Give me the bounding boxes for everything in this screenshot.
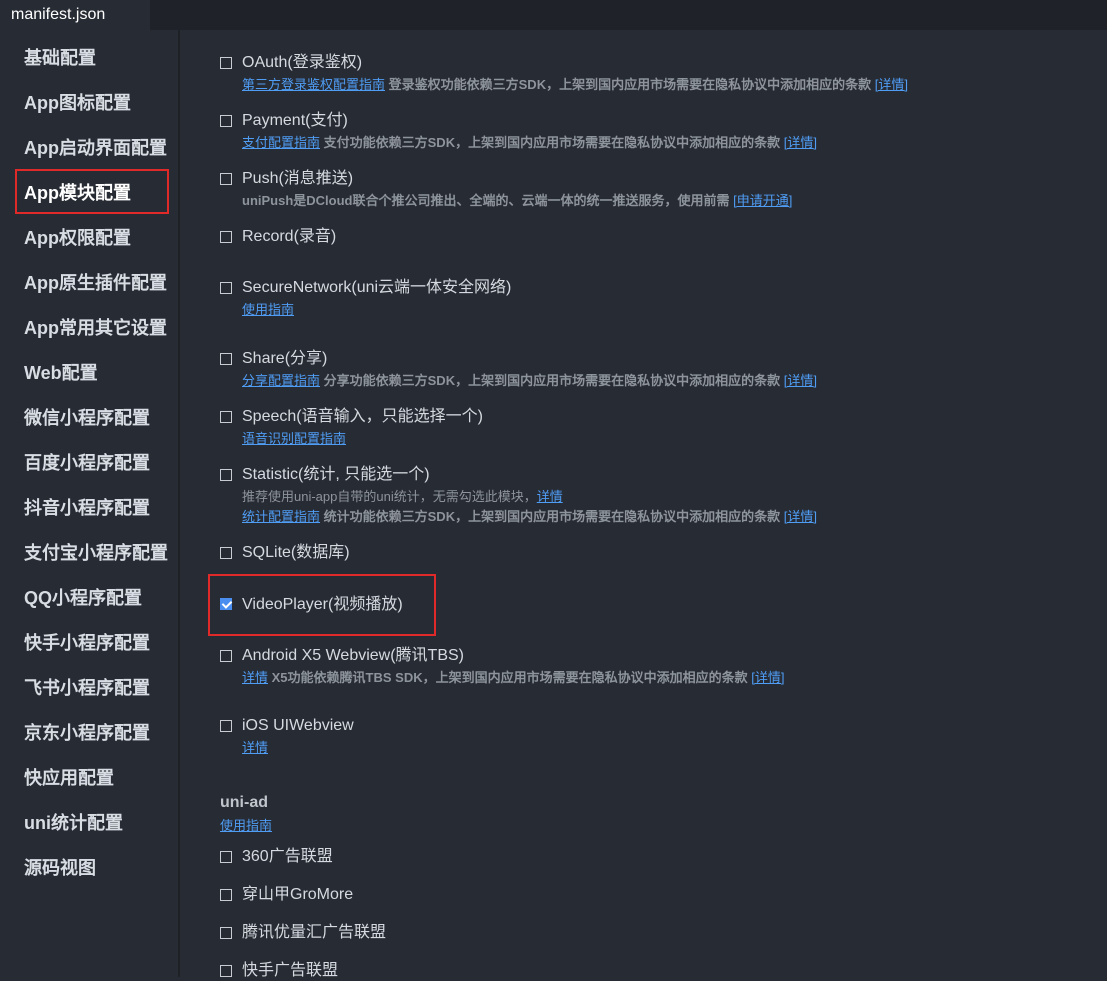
sidebar-item-app-native-plugins[interactable]: App原生插件配置	[24, 270, 167, 296]
statistic-title: Statistic(统计, 只能选一个)	[242, 466, 430, 483]
statistic-desc-text: 统计功能依赖三方SDK，上架到国内应用市场需要在隐私协议中添加相应的条款	[323, 509, 781, 524]
sidebar-item-douyin-mp[interactable]: 抖音小程序配置	[24, 495, 150, 521]
share-detail-link[interactable]: [详情]	[784, 373, 817, 388]
share-guide-link[interactable]: 分享配置指南	[242, 373, 320, 388]
uni-ad-guide-link[interactable]: 使用指南	[220, 818, 272, 833]
sidebar-item-web[interactable]: Web配置	[24, 360, 98, 386]
sidebar-item-baidu-mp[interactable]: 百度小程序配置	[24, 450, 150, 476]
sidebar-item-feishu-mp[interactable]: 飞书小程序配置	[24, 675, 150, 701]
payment-guide-link[interactable]: 支付配置指南	[242, 135, 320, 150]
x5-desc-text: X5功能依赖腾讯TBS SDK，上架到国内应用市场需要在隐私协议中添加相应的条款	[271, 670, 748, 685]
statistic-note-link[interactable]: 详情	[537, 489, 563, 504]
uiwebview-desc: 详情	[242, 739, 268, 757]
sidebar-item-app-splash[interactable]: App启动界面配置	[24, 135, 167, 161]
payment-desc: 支付配置指南 支付功能依赖三方SDK，上架到国内应用市场需要在隐私协议中添加相应…	[242, 134, 817, 152]
sidebar-item-app-permissions[interactable]: App权限配置	[24, 225, 131, 251]
ad-360-checkbox[interactable]	[220, 851, 232, 863]
record-checkbox[interactable]	[220, 231, 232, 243]
ad-kuaishou-title: 快手广告联盟	[242, 962, 339, 979]
payment-desc-text: 支付功能依赖三方SDK，上架到国内应用市场需要在隐私协议中添加相应的条款	[323, 135, 781, 150]
x5-info-link[interactable]: 详情	[242, 670, 268, 685]
oauth-title: OAuth(登录鉴权)	[242, 54, 363, 71]
securenetwork-guide-link[interactable]: 使用指南	[242, 302, 294, 317]
push-desc: uniPush是DCloud联合个推公司推出、全端的、云端一体的统一推送服务，使…	[242, 192, 792, 210]
sidebar-item-alipay-mp[interactable]: 支付宝小程序配置	[24, 540, 168, 566]
securenetwork-title: SecureNetwork(uni云端一体安全网络)	[242, 279, 512, 296]
speech-desc: 语音识别配置指南	[242, 430, 346, 448]
x5-checkbox[interactable]	[220, 650, 232, 662]
sidebar-item-qq-mp[interactable]: QQ小程序配置	[24, 585, 142, 611]
uiwebview-title: iOS UIWebview	[242, 717, 354, 734]
share-checkbox[interactable]	[220, 353, 232, 365]
oauth-checkbox[interactable]	[220, 57, 232, 69]
speech-title: Speech(语音输入，只能选择一个)	[242, 408, 483, 425]
speech-guide-link[interactable]: 语音识别配置指南	[242, 431, 346, 446]
payment-checkbox[interactable]	[220, 115, 232, 127]
uni-ad-desc: 使用指南	[220, 817, 272, 835]
share-title: Share(分享)	[242, 350, 328, 367]
ad-gromore-checkbox[interactable]	[220, 889, 232, 901]
ad-tencent-checkbox[interactable]	[220, 927, 232, 939]
share-desc: 分享配置指南 分享功能依赖三方SDK，上架到国内应用市场需要在隐私协议中添加相应…	[242, 372, 817, 390]
statistic-guide-link[interactable]: 统计配置指南	[242, 509, 320, 524]
x5-desc: 详情 X5功能依赖腾讯TBS SDK，上架到国内应用市场需要在隐私协议中添加相应…	[242, 669, 784, 687]
payment-title: Payment(支付)	[242, 112, 348, 129]
record-title: Record(录音)	[242, 228, 337, 245]
ad-360-title: 360广告联盟	[242, 848, 333, 865]
speech-checkbox[interactable]	[220, 411, 232, 423]
push-title: Push(消息推送)	[242, 170, 354, 187]
x5-title: Android X5 Webview(腾讯TBS)	[242, 647, 465, 664]
tab-bar: manifest.json	[0, 0, 1107, 30]
sidebar-item-uni-stat[interactable]: uni统计配置	[24, 810, 123, 836]
sidebar-item-app-icon[interactable]: App图标配置	[24, 90, 131, 116]
sidebar-item-kuaishou-mp[interactable]: 快手小程序配置	[24, 630, 150, 656]
ad-tencent-title: 腾讯优量汇广告联盟	[242, 924, 387, 941]
statistic-checkbox[interactable]	[220, 469, 232, 481]
uiwebview-checkbox[interactable]	[220, 720, 232, 732]
uiwebview-info-link[interactable]: 详情	[242, 740, 268, 755]
sidebar-item-wechat-mp[interactable]: 微信小程序配置	[24, 405, 150, 431]
sqlite-title: SQLite(数据库)	[242, 544, 350, 561]
sidebar-item-basic[interactable]: 基础配置	[24, 45, 96, 71]
statistic-note: 推荐使用uni-app自带的uni统计，无需勾选此模块，详情	[242, 488, 563, 506]
sidebar-item-jd-mp[interactable]: 京东小程序配置	[24, 720, 150, 746]
sqlite-checkbox[interactable]	[220, 547, 232, 559]
statistic-note-text: 推荐使用uni-app自带的uni统计，无需勾选此模块，	[242, 489, 537, 504]
tab-manifest-json[interactable]: manifest.json	[0, 0, 150, 30]
share-desc-text: 分享功能依赖三方SDK，上架到国内应用市场需要在隐私协议中添加相应的条款	[323, 373, 781, 388]
push-apply-link[interactable]: [申请开通]	[733, 193, 792, 208]
oauth-guide-link[interactable]: 第三方登录鉴权配置指南	[242, 77, 385, 92]
selected-module-highlight	[208, 574, 436, 636]
statistic-detail-link[interactable]: [详情]	[784, 509, 817, 524]
push-checkbox[interactable]	[220, 173, 232, 185]
oauth-desc: 第三方登录鉴权配置指南 登录鉴权功能依赖三方SDK，上架到国内应用市场需要在隐私…	[242, 76, 908, 94]
uni-ad-section-title: uni-ad	[220, 794, 268, 811]
ad-kuaishou-checkbox[interactable]	[220, 965, 232, 977]
securenetwork-checkbox[interactable]	[220, 282, 232, 294]
sidebar-item-source-view[interactable]: 源码视图	[24, 855, 96, 881]
sidebar-item-app-other-settings[interactable]: App常用其它设置	[24, 315, 167, 341]
payment-detail-link[interactable]: [详情]	[784, 135, 817, 150]
module-config-panel: OAuth(登录鉴权) 第三方登录鉴权配置指南 登录鉴权功能依赖三方SDK，上架…	[180, 30, 1107, 979]
push-desc-text: uniPush是DCloud联合个推公司推出、全端的、云端一体的统一推送服务，使…	[242, 193, 730, 208]
oauth-desc-text: 登录鉴权功能依赖三方SDK，上架到国内应用市场需要在隐私协议中添加相应的条款	[388, 77, 872, 92]
statistic-desc: 统计配置指南 统计功能依赖三方SDK，上架到国内应用市场需要在隐私协议中添加相应…	[242, 508, 817, 526]
selected-nav-highlight	[15, 169, 169, 214]
sidebar-item-quickapp[interactable]: 快应用配置	[24, 765, 114, 791]
ad-gromore-title: 穿山甲GroMore	[242, 886, 354, 903]
securenetwork-desc: 使用指南	[242, 301, 294, 319]
x5-detail-link[interactable]: [详情]	[751, 670, 784, 685]
oauth-detail-link[interactable]: [详情]	[875, 77, 908, 92]
